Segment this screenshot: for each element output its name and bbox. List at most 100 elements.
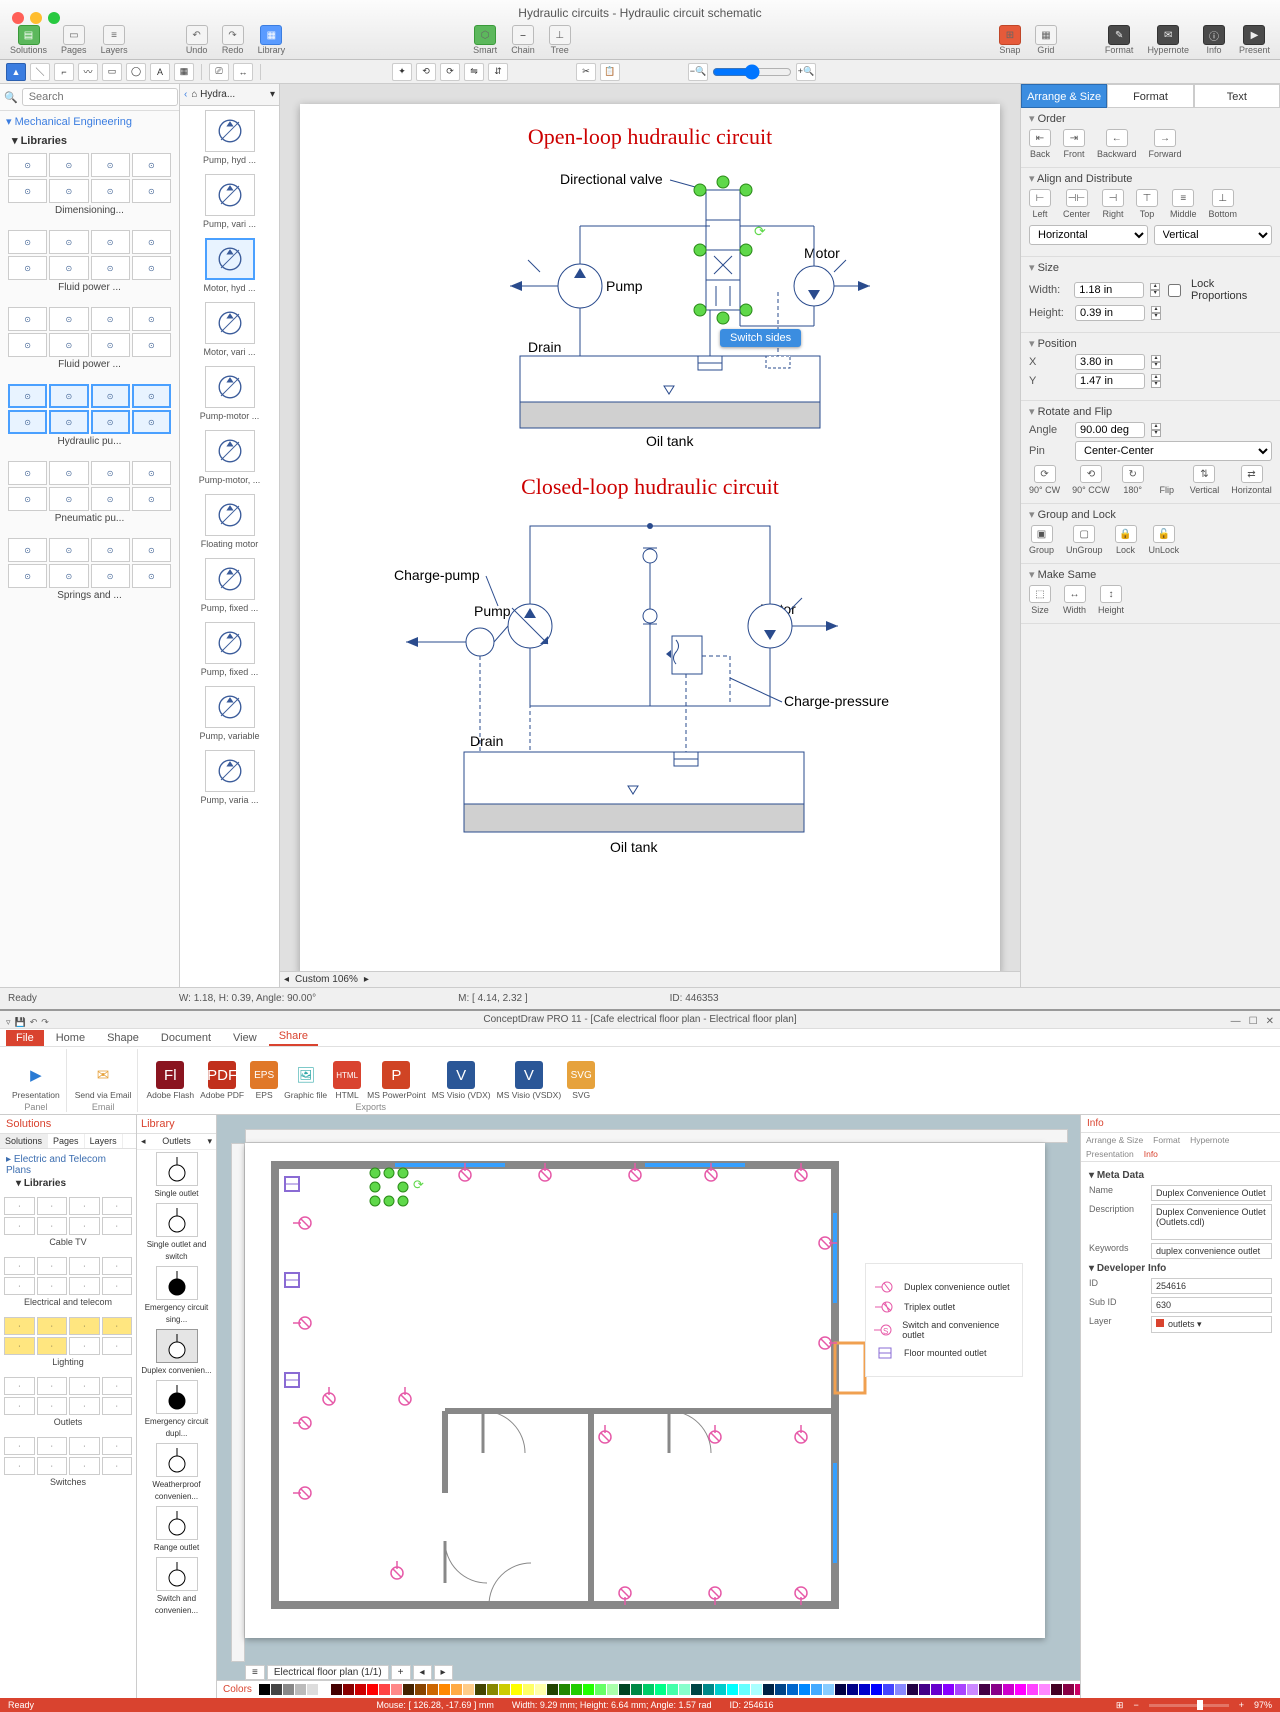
group-btn[interactable]: ▣Group xyxy=(1029,525,1054,555)
zoom-readout[interactable]: Custom 106% xyxy=(295,974,358,985)
sol-tab-solutions[interactable]: Solutions xyxy=(0,1134,48,1148)
lib-group[interactable]: ⊙⊙⊙⊙⊙⊙⊙⊙Dimensioning... xyxy=(0,149,179,226)
tab-format[interactable]: Format xyxy=(1107,84,1193,108)
zoom-in-icon[interactable]: +🔍 xyxy=(796,63,816,81)
zoom-slider[interactable] xyxy=(712,64,792,80)
rotate-right-icon[interactable]: ⟳ xyxy=(440,63,460,81)
shape-item[interactable]: Pump, varia ... xyxy=(180,746,279,810)
unlock-btn[interactable]: 🔓UnLock xyxy=(1149,525,1180,555)
info-tab-info[interactable]: Info xyxy=(1139,1147,1163,1161)
toolbar-tree[interactable]: ⊥Tree xyxy=(549,25,571,55)
tab-arrange[interactable]: Arrange & Size xyxy=(1021,84,1107,108)
tab-text[interactable]: Text xyxy=(1194,84,1280,108)
edit-points-icon[interactable]: ✦ xyxy=(392,63,412,81)
quick-access[interactable]: ▿💾↶↷ xyxy=(6,1013,49,1031)
library-shape[interactable]: Range outlet xyxy=(137,1504,216,1555)
lib2-group[interactable]: ········Outlets xyxy=(0,1374,136,1434)
connector-tool-icon[interactable]: ⌐ xyxy=(54,63,74,81)
zoom-slider2[interactable] xyxy=(1149,1704,1229,1707)
lib2-group[interactable]: ········Lighting xyxy=(0,1314,136,1374)
toolbar-pages[interactable]: ▭Pages xyxy=(61,25,87,55)
tab-share[interactable]: Share xyxy=(269,1028,318,1046)
tab-file[interactable]: File xyxy=(6,1030,44,1046)
tree-root[interactable]: ▸ Electric and Telecom Plans xyxy=(6,1153,130,1177)
library-shape[interactable]: Single outlet and switch xyxy=(137,1201,216,1264)
ribbon-vsdx[interactable]: VMS Visio (VSDX) xyxy=(497,1061,562,1100)
lib2-group[interactable]: ········Switches xyxy=(0,1434,136,1494)
zoom-out-icon[interactable]: −🔍 xyxy=(688,63,708,81)
lib-group[interactable]: ⊙⊙⊙⊙⊙⊙⊙⊙Hydraulic pu... xyxy=(0,380,179,457)
shape-item[interactable]: Pump, vari ... xyxy=(180,170,279,234)
curve-tool-icon[interactable]: 〰 xyxy=(78,63,98,81)
lib2-group[interactable]: ········Cable TV xyxy=(0,1194,136,1254)
tree-libraries[interactable]: ▾ Libraries xyxy=(6,1177,130,1190)
flip-vertical[interactable]: ⇅Vertical xyxy=(1190,465,1220,495)
toolbar-smart[interactable]: ⬡Smart xyxy=(473,25,497,55)
lib2-group[interactable]: ········Electrical and telecom xyxy=(0,1254,136,1314)
flip-h-icon[interactable]: ⇋ xyxy=(464,63,484,81)
flip-v-icon[interactable]: ⇵ xyxy=(488,63,508,81)
ribbon-presentation[interactable]: ▶Presentation xyxy=(12,1061,60,1100)
copy-style-icon[interactable]: ✂ xyxy=(576,63,596,81)
lock-proportions-checkbox[interactable] xyxy=(1168,284,1181,297)
distribute-horizontal[interactable]: Horizontal xyxy=(1029,225,1148,245)
ribbon-eps[interactable]: EPSEPS xyxy=(250,1061,278,1100)
toolbar-chain[interactable]: ⎯Chain xyxy=(511,25,535,55)
dev-id[interactable]: 254616 xyxy=(1151,1278,1272,1294)
tab-home[interactable]: Home xyxy=(46,1030,95,1046)
toolbar-snap[interactable]: ⊞Snap xyxy=(999,25,1021,55)
info-tab-arrange[interactable]: Arrange & Size xyxy=(1081,1133,1148,1147)
lib-group[interactable]: ⊙⊙⊙⊙⊙⊙⊙⊙Fluid power ... xyxy=(0,226,179,303)
ribbon-graphic[interactable]: 🖼Graphic file xyxy=(284,1061,327,1100)
ribbon-flash[interactable]: FlAdobe Flash xyxy=(146,1061,194,1100)
info-tab-presentation[interactable]: Presentation xyxy=(1081,1147,1139,1161)
line-tool-icon[interactable]: ＼ xyxy=(30,63,50,81)
align-bottom[interactable]: ⊥Bottom xyxy=(1209,189,1238,219)
ungroup-btn[interactable]: ▢UnGroup xyxy=(1066,525,1103,555)
canvas[interactable]: Open-loop hudraulic circuit Directional … xyxy=(280,84,1020,987)
align-center[interactable]: ⊣⊢Center xyxy=(1063,189,1090,219)
shape-crumb[interactable]: Hydra... xyxy=(200,89,235,100)
toolbar-redo[interactable]: ↷Redo xyxy=(222,25,244,55)
info-tab-hypernote[interactable]: Hypernote xyxy=(1185,1133,1234,1147)
toolbar-present[interactable]: ▶Present xyxy=(1239,25,1270,55)
ribbon-html[interactable]: HTMLHTML xyxy=(333,1061,361,1100)
meta-name[interactable]: Duplex Convenience Outlet xyxy=(1151,1185,1272,1201)
toolbar-format[interactable]: ✎Format xyxy=(1105,25,1134,55)
library-dropdown[interactable]: ◂Outlets▾ xyxy=(137,1134,216,1150)
pos-x-input[interactable] xyxy=(1075,354,1145,370)
order-backward[interactable]: ←Backward xyxy=(1097,129,1137,159)
library-shape[interactable]: Weatherproof convenien... xyxy=(137,1441,216,1504)
rect-tool-icon[interactable]: ▭ xyxy=(102,63,122,81)
rotate-left-icon[interactable]: ⟲ xyxy=(416,63,436,81)
lib-group[interactable]: ⊙⊙⊙⊙⊙⊙⊙⊙Pneumatic pu... xyxy=(0,457,179,534)
ribbon-vdx[interactable]: VMS Visio (VDX) xyxy=(432,1061,491,1100)
pos-y-input[interactable] xyxy=(1075,373,1145,389)
text-tool-icon[interactable]: A xyxy=(150,63,170,81)
ribbon-ppt[interactable]: PMS PowerPoint xyxy=(367,1061,426,1100)
category-mechanical[interactable]: ▾ Mechanical Engineering xyxy=(0,111,179,132)
shape-item[interactable]: Motor, hyd ... xyxy=(180,234,279,298)
order-back[interactable]: ⇤Back xyxy=(1029,129,1051,159)
align-middle[interactable]: ≡Middle xyxy=(1170,189,1197,219)
ribbon-pdf[interactable]: PDFAdobe PDF xyxy=(200,1061,244,1100)
dev-layer[interactable]: outlets ▾ xyxy=(1151,1316,1272,1333)
insert-tool-icon[interactable]: ⎚ xyxy=(209,63,229,81)
shape-item[interactable]: Pump, variable xyxy=(180,682,279,746)
toolbar-info[interactable]: ⓘInfo xyxy=(1203,25,1225,55)
distribute-vertical[interactable]: Vertical xyxy=(1154,225,1273,245)
meta-description[interactable]: Duplex Convenience Outlet (Outlets.cdl) xyxy=(1151,1204,1272,1240)
lib-group[interactable]: ⊙⊙⊙⊙⊙⊙⊙⊙Fluid power ... xyxy=(0,303,179,380)
library-shape[interactable]: Single outlet xyxy=(137,1150,216,1201)
align-left[interactable]: ⊢Left xyxy=(1029,189,1051,219)
tab-document[interactable]: Document xyxy=(151,1030,221,1046)
meta-keywords[interactable]: duplex convenience outlet xyxy=(1151,1243,1272,1259)
order-front[interactable]: ⇥Front xyxy=(1063,129,1085,159)
rotate-cw[interactable]: ⟳90° CW xyxy=(1029,465,1060,495)
shape-item[interactable]: Pump, fixed ... xyxy=(180,618,279,682)
dev-subid[interactable]: 630 xyxy=(1151,1297,1272,1313)
toolbar-undo[interactable]: ↶Undo xyxy=(186,25,208,55)
canvas2[interactable]: ⟳ Duplex convenience outlet Triplex outl… xyxy=(217,1115,1080,1698)
paste-style-icon[interactable]: 📋 xyxy=(600,63,620,81)
ellipse-tool-icon[interactable]: ◯ xyxy=(126,63,146,81)
